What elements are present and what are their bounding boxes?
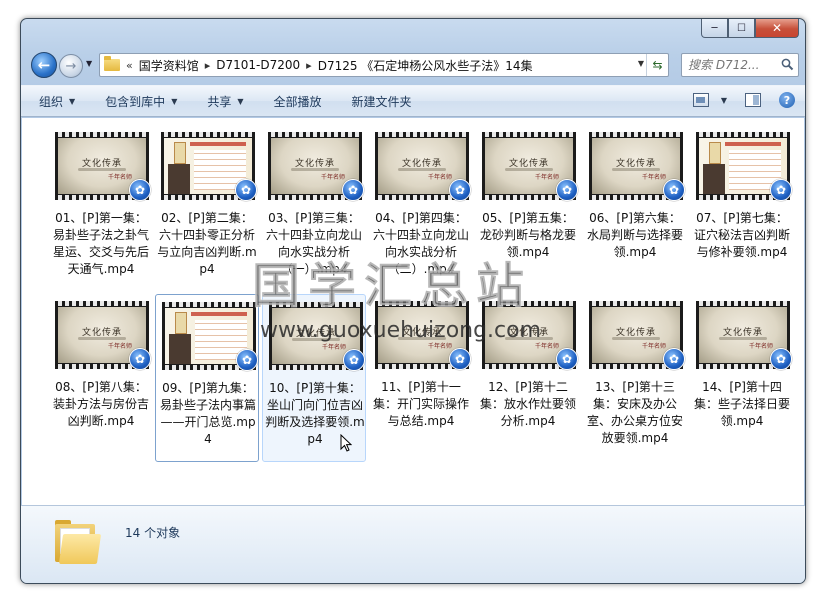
details-pane: 14 个对象: [21, 505, 805, 583]
minimize-button[interactable]: ─: [701, 19, 728, 38]
media-player-icon: ✿: [556, 179, 578, 201]
folder-icon: [104, 56, 120, 71]
organize-label: 组织: [39, 94, 64, 109]
file-name: 07、[P]第七集：证穴秘法吉凶判断与修补要领.mp4: [693, 211, 790, 259]
media-player-icon: ✿: [235, 179, 257, 201]
back-button[interactable]: ←: [31, 52, 57, 78]
address-bar[interactable]: « 国学资料馆 ▸ D7101-D7200 ▸ D7125 《石定坤杨公风水些子…: [99, 53, 669, 77]
play-all-label: 全部播放: [273, 94, 322, 109]
preview-pane-icon[interactable]: [745, 93, 761, 107]
file-item[interactable]: 文化传承 千年名师 ✿ 06、[P]第六集：水局判断与选择要领.mp4: [583, 125, 687, 293]
new-folder-label: 新建文件夹: [351, 94, 412, 109]
dropdown-arrow-icon: ▼: [69, 96, 76, 106]
media-player-icon: ✿: [449, 179, 471, 201]
media-player-icon: ✿: [449, 348, 471, 370]
share-menu[interactable]: 共享 ▼: [207, 93, 243, 110]
mouse-cursor-icon: [340, 434, 352, 452]
breadcrumb-item[interactable]: D7101-D7200: [216, 58, 300, 72]
file-item[interactable]: 文化传承 千年名师 ✿ 01、[P]第一集：易卦些子法之卦气星运、交爻与先后天通气.m…: [49, 125, 153, 293]
close-button[interactable]: ✕: [755, 19, 799, 38]
include-library-label: 包含到库中: [105, 94, 166, 109]
share-label: 共享: [207, 94, 232, 109]
folder-icon: [55, 520, 103, 564]
file-item[interactable]: ✿ 02、[P]第二集：六十四卦零正分析与立向吉凶判断.mp4: [155, 125, 259, 293]
breadcrumb-overflow[interactable]: «: [126, 59, 133, 72]
media-player-icon: ✿: [129, 179, 151, 201]
media-player-icon: ✿: [770, 348, 792, 370]
breadcrumb-item[interactable]: D7125 《石定坤杨公风水些子法》14集: [318, 57, 533, 74]
file-name: 12、[P]第十二集：放水作灶要领分析.mp4: [479, 380, 576, 428]
media-player-icon: ✿: [556, 348, 578, 370]
back-arrow-icon: ←: [37, 56, 51, 74]
file-item[interactable]: 文化传承 千年名师 ✿ 13、[P]第十三集：安床及办公室、办公桌方位安放要领.mp4: [583, 294, 687, 462]
new-folder-button[interactable]: 新建文件夹: [352, 93, 412, 110]
watermark-url: www.guoxuehuizong.com: [260, 318, 542, 343]
file-item[interactable]: 文化传承 千年名师 ✿ 08、[P]第八集：装卦方法与房份吉凶判断.mp4: [49, 294, 153, 462]
refresh-icon[interactable]: ⇆: [646, 54, 668, 76]
play-all-button[interactable]: 全部播放: [274, 93, 322, 110]
media-player-icon: ✿: [770, 179, 792, 201]
file-name: 11、[P]第十一集：开门实际操作与总结.mp4: [372, 380, 469, 428]
file-name: 14、[P]第十四集：些子法择日要领.mp4: [693, 380, 790, 428]
navigation-bar: ← → ▼ « 国学资料馆 ▸ D7101-D7200 ▸ D7125 《石定坤…: [29, 49, 799, 79]
dropdown-arrow-icon: ▼: [237, 96, 244, 106]
maximize-button[interactable]: ☐: [728, 19, 755, 38]
media-player-icon: ✿: [343, 349, 365, 371]
media-player-icon: ✿: [663, 348, 685, 370]
organize-menu[interactable]: 组织 ▼: [39, 93, 75, 110]
address-dropdown-icon[interactable]: ▼: [638, 59, 644, 68]
file-name: 02、[P]第二集：六十四卦零正分析与立向吉凶判断.mp4: [157, 211, 257, 276]
chevron-right-icon[interactable]: ▸: [306, 59, 312, 72]
media-player-icon: ✿: [236, 349, 258, 371]
scrollbar[interactable]: [802, 118, 804, 505]
file-item[interactable]: ✿ 07、[P]第七集：证穴秘法吉凶判断与修补要领.mp4: [690, 125, 794, 293]
watermark-title: 国学汇总站: [251, 258, 533, 315]
file-item[interactable]: 文化传承 千年名师 ✿ 14、[P]第十四集：些子法择日要领.mp4: [690, 294, 794, 462]
view-options-dropdown-icon[interactable]: ▼: [721, 96, 727, 105]
search-box[interactable]: [681, 53, 799, 77]
media-player-icon: ✿: [342, 179, 364, 201]
change-view-icon[interactable]: [692, 93, 709, 107]
media-player-icon: ✿: [129, 348, 151, 370]
search-input[interactable]: [688, 58, 778, 72]
item-count: 14 个对象: [125, 526, 181, 540]
file-name: 06、[P]第六集：水局判断与选择要领.mp4: [586, 211, 683, 259]
breadcrumb-item[interactable]: 国学资料馆: [139, 57, 199, 74]
forward-button[interactable]: →: [59, 54, 83, 78]
recent-pages-dropdown[interactable]: ▼: [86, 59, 92, 68]
chevron-right-icon[interactable]: ▸: [205, 59, 211, 72]
dropdown-arrow-icon: ▼: [171, 96, 178, 106]
forward-arrow-icon: →: [65, 58, 77, 74]
toolbar-right-group: ▼ ?: [692, 92, 795, 108]
file-name: 13、[P]第十三集：安床及办公室、办公桌方位安放要领.mp4: [586, 380, 683, 445]
search-icon[interactable]: [781, 58, 794, 71]
file-name: 01、[P]第一集：易卦些子法之卦气星运、交爻与先后天通气.mp4: [52, 211, 149, 276]
media-player-icon: ✿: [663, 179, 685, 201]
file-item[interactable]: ✿ 09、[P]第九集：易卦些子法内事篇——开门总览.mp4: [155, 294, 259, 462]
file-name: 09、[P]第九集：易卦些子法内事篇——开门总览.mp4: [159, 381, 256, 446]
help-icon[interactable]: ?: [779, 92, 795, 108]
caption-buttons: ─ ☐ ✕: [701, 19, 799, 39]
file-name: 08、[P]第八集：装卦方法与房份吉凶判断.mp4: [52, 380, 149, 428]
include-in-library-menu[interactable]: 包含到库中 ▼: [105, 93, 177, 110]
command-bar: 组织 ▼ 包含到库中 ▼ 共享 ▼ 全部播放 新建文件夹 ▼ ?: [21, 85, 805, 117]
